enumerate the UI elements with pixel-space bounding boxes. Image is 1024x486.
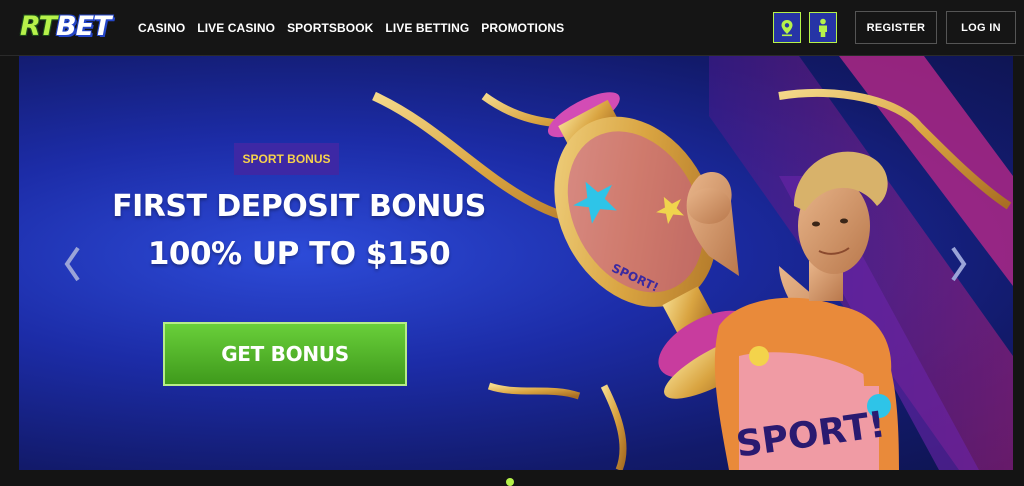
headline-line-2: 100% UP TO $150 (147, 236, 451, 272)
location-button[interactable] (773, 12, 801, 43)
login-button[interactable]: LOG IN (946, 11, 1016, 44)
chevron-right-icon (951, 246, 967, 282)
account-button[interactable] (809, 12, 837, 43)
map-pin-icon (781, 19, 793, 36)
nav-casino[interactable]: CASINO (138, 21, 185, 35)
chevron-left-icon (64, 246, 80, 282)
carousel-dot-active[interactable] (506, 478, 514, 486)
ribbon (487, 382, 581, 400)
ribbon (600, 384, 627, 470)
carousel-next-button[interactable] (949, 242, 969, 286)
headline-line-1: FIRST DEPOSIT BONUS (112, 189, 486, 224)
nav-sportsbook[interactable]: SPORTSBOOK (287, 21, 373, 35)
nav-live-casino[interactable]: LIVE CASINO (197, 21, 275, 35)
get-bonus-button[interactable]: GET BONUS (163, 322, 407, 386)
nav-live-betting[interactable]: LIVE BETTING (385, 21, 469, 35)
rtbet-logo[interactable]: RTBET (20, 9, 111, 45)
user-icon (819, 18, 827, 37)
nav-promotions[interactable]: PROMOTIONS (481, 21, 564, 35)
sport-bonus-badge: SPORT BONUS (234, 143, 339, 175)
carousel-indicator (500, 478, 524, 486)
promo-banner: SPORT! SPORT! SPORT BONUS FIRST DEPOSIT (19, 56, 1013, 470)
main-nav: CASINO LIVE CASINO SPORTSBOOK LIVE BETTI… (138, 0, 564, 56)
register-button[interactable]: REGISTER (855, 11, 937, 44)
carousel-prev-button[interactable] (62, 242, 82, 286)
top-header: RTBET CASINO LIVE CASINO SPORTSBOOK LIVE… (0, 0, 1024, 56)
